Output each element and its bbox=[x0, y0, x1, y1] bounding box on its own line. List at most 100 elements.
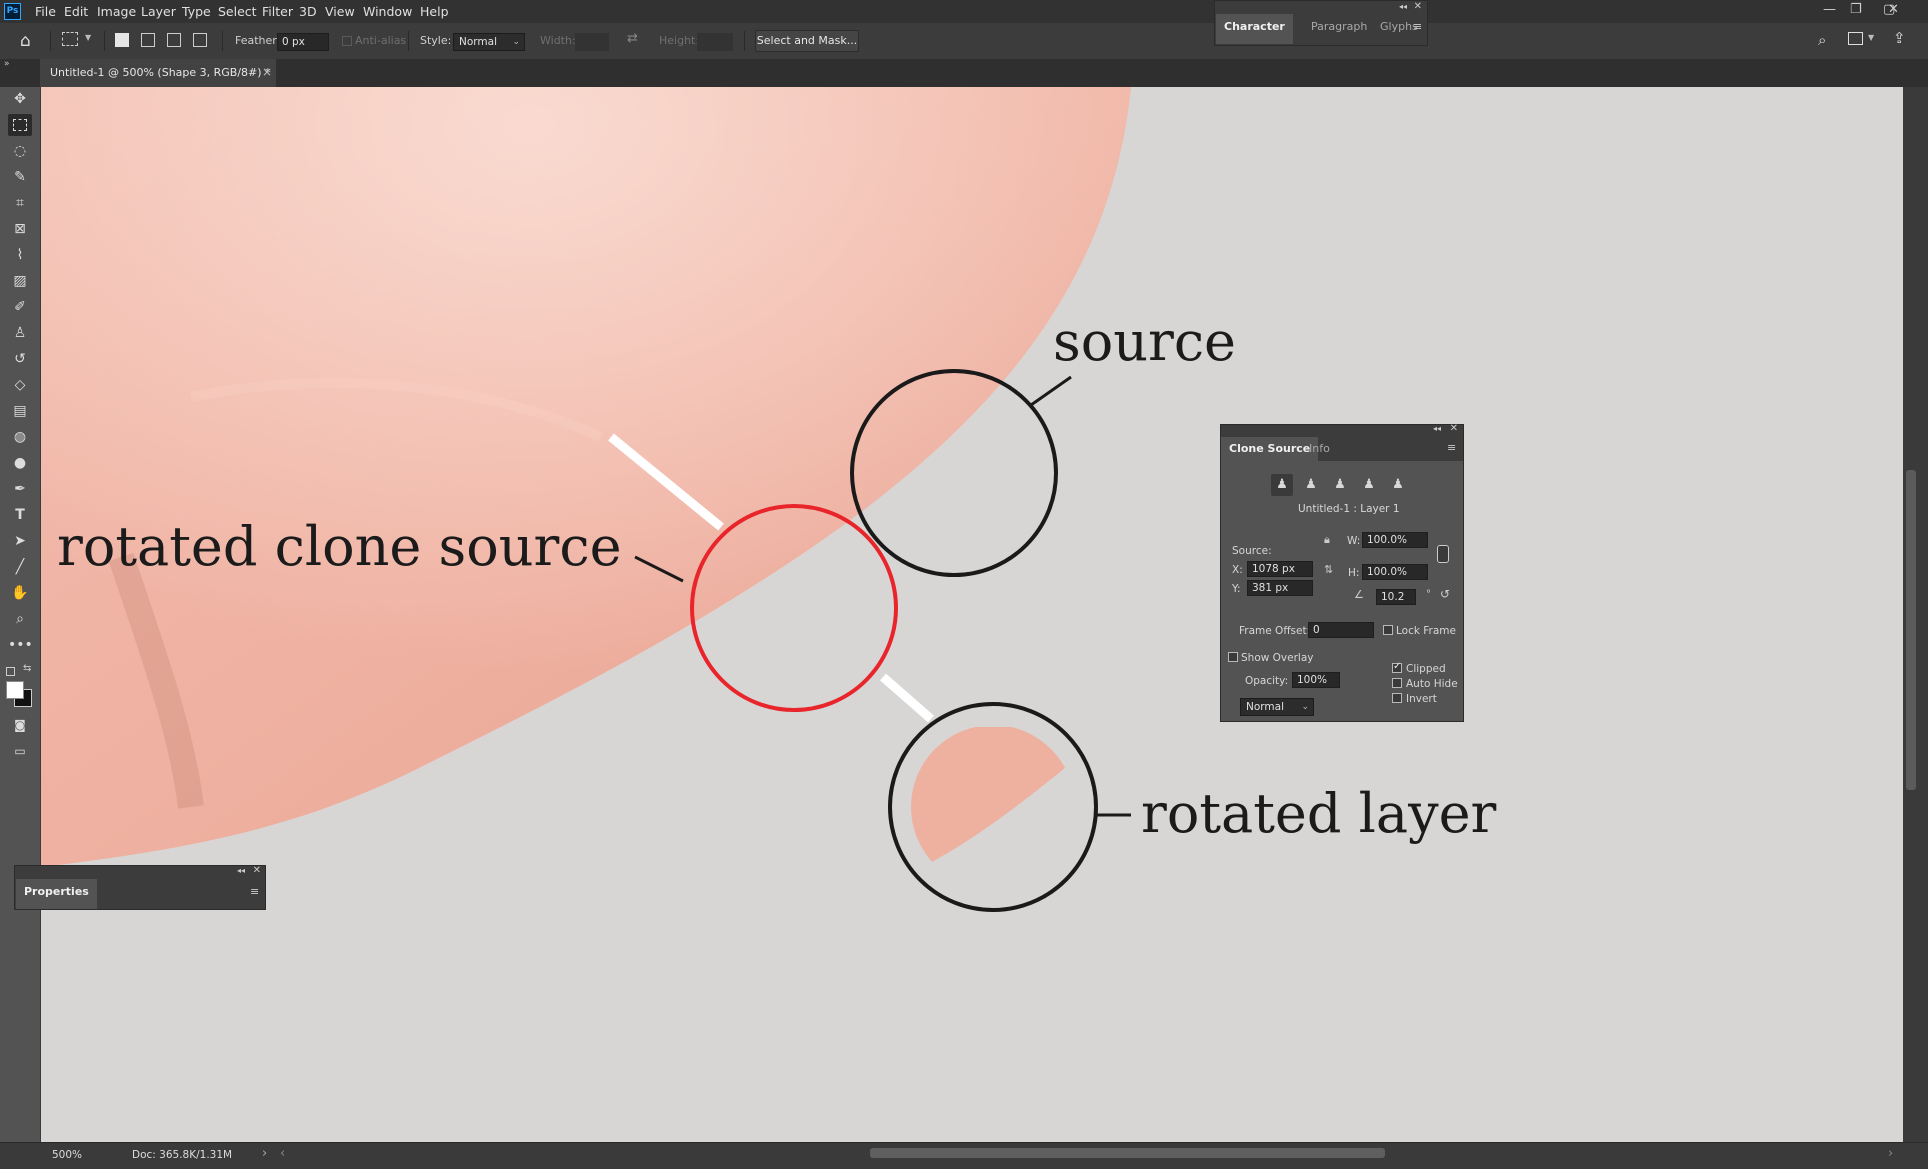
zoom-level[interactable]: 500% bbox=[52, 1149, 82, 1161]
y-offset-input[interactable]: 381 px bbox=[1247, 580, 1313, 596]
vertical-scroll-thumb[interactable] bbox=[1906, 470, 1916, 790]
document-canvas[interactable]: source rotated clone source rotated laye… bbox=[41, 87, 1903, 1142]
opacity-input[interactable]: 100% bbox=[1292, 672, 1340, 688]
menu-view[interactable]: View bbox=[325, 4, 355, 19]
hand-tool-icon[interactable]: ✋ bbox=[8, 582, 32, 604]
tab-info[interactable]: Info bbox=[1301, 437, 1338, 461]
clone-source-5-icon[interactable]: ♟ bbox=[1387, 474, 1409, 496]
rotation-angle-input[interactable]: 10.2 bbox=[1376, 589, 1416, 605]
type-tool-icon[interactable]: T bbox=[8, 504, 32, 526]
width-input[interactable] bbox=[575, 33, 609, 51]
pen-tool-icon[interactable]: ✒ bbox=[8, 478, 32, 500]
brush-tool-icon[interactable]: ✐ bbox=[8, 296, 32, 318]
move-tool-icon[interactable]: ✥ bbox=[8, 88, 32, 110]
quick-selection-tool-icon[interactable]: ✎ bbox=[8, 166, 32, 188]
subtract-from-selection-icon[interactable] bbox=[167, 33, 181, 47]
frame-offset-input[interactable]: 0 bbox=[1308, 622, 1374, 638]
scroll-right-icon[interactable]: › bbox=[1888, 1146, 1893, 1161]
menu-file[interactable]: File bbox=[35, 4, 56, 19]
foreground-color-swatch[interactable] bbox=[6, 681, 24, 699]
eyedropper-tool-icon[interactable]: ⌇ bbox=[8, 244, 32, 266]
clone-source-1-icon[interactable]: ♟ bbox=[1271, 474, 1293, 496]
collapse-icon[interactable]: ◂◂ bbox=[1433, 424, 1441, 433]
select-and-mask-button[interactable]: Select and Mask... bbox=[755, 30, 859, 52]
screen-mode-icon[interactable]: ▭ bbox=[8, 740, 32, 762]
chevron-right-icon[interactable]: › bbox=[262, 1146, 267, 1161]
menu-window[interactable]: Window bbox=[363, 4, 412, 19]
clipped-checkbox[interactable] bbox=[1392, 661, 1402, 673]
tab-character[interactable]: Character bbox=[1216, 14, 1293, 44]
eraser-tool-icon[interactable]: ◇ bbox=[8, 374, 32, 396]
collapse-icon[interactable]: ◂◂ bbox=[237, 866, 245, 875]
new-selection-icon[interactable] bbox=[115, 33, 129, 47]
menu-filter[interactable]: Filter bbox=[262, 4, 293, 19]
gradient-tool-icon[interactable]: ▤ bbox=[8, 400, 32, 422]
rectangular-marquee-preset-icon[interactable] bbox=[62, 32, 78, 46]
share-icon[interactable]: ⇪ bbox=[1893, 29, 1906, 47]
frame-tool-icon[interactable]: ⊠ bbox=[8, 218, 32, 240]
width-scale-input[interactable]: 100.0% bbox=[1362, 532, 1428, 548]
rectangular-marquee-tool-icon[interactable] bbox=[8, 114, 32, 136]
tab-properties[interactable]: Properties bbox=[16, 879, 97, 909]
default-colors-icon[interactable] bbox=[6, 667, 15, 676]
chevron-down-icon[interactable]: ▼ bbox=[1868, 33, 1874, 42]
panel-menu-icon[interactable]: ≡ bbox=[1447, 441, 1456, 454]
link-scale-icon[interactable] bbox=[1437, 545, 1449, 563]
workspace-icon[interactable] bbox=[1848, 32, 1863, 45]
reset-transform-icon[interactable]: ⇅ bbox=[1324, 563, 1333, 576]
lasso-tool-icon[interactable]: ◌ bbox=[8, 140, 32, 162]
menu-3d[interactable]: 3D bbox=[299, 4, 317, 19]
auto-hide-checkbox[interactable] bbox=[1392, 678, 1402, 688]
menu-layer[interactable]: Layer bbox=[141, 4, 176, 19]
home-icon[interactable]: ⌂ bbox=[20, 31, 31, 51]
overlay-blend-select[interactable]: Normal ⌄ bbox=[1240, 698, 1314, 716]
intersect-selection-icon[interactable] bbox=[193, 33, 207, 47]
panel-menu-icon[interactable]: ≡ bbox=[250, 885, 259, 898]
dodge-tool-icon[interactable]: ● bbox=[8, 452, 32, 474]
restore-icon[interactable]: ❐ bbox=[1850, 2, 1862, 17]
zoom-tool-icon[interactable]: ⌕ bbox=[8, 608, 32, 630]
path-selection-tool-icon[interactable]: ➤ bbox=[8, 530, 32, 552]
crop-tool-icon[interactable]: ⌗ bbox=[8, 192, 32, 214]
reset-rotation-icon[interactable]: ↺ bbox=[1440, 587, 1450, 601]
menu-edit[interactable]: Edit bbox=[64, 4, 88, 19]
line-tool-icon[interactable]: ╱ bbox=[8, 556, 32, 578]
blur-tool-icon[interactable]: ◍ bbox=[8, 426, 32, 448]
close-icon[interactable]: ✕ bbox=[1414, 1, 1422, 12]
tab-paragraph[interactable]: Paragraph bbox=[1303, 14, 1375, 40]
menu-select[interactable]: Select bbox=[218, 4, 257, 19]
lock-icon[interactable]: 🔒︎ bbox=[1324, 533, 1330, 547]
document-tab[interactable]: Untitled-1 @ 500% (Shape 3, RGB/8#) * × bbox=[40, 59, 276, 87]
history-brush-tool-icon[interactable]: ↺ bbox=[8, 348, 32, 370]
clone-source-4-icon[interactable]: ♟ bbox=[1358, 474, 1380, 496]
lock-frame-checkbox[interactable] bbox=[1383, 625, 1393, 635]
feather-input[interactable]: 0 px bbox=[277, 33, 329, 51]
invert-checkbox[interactable] bbox=[1392, 693, 1402, 703]
horizontal-scroll-thumb[interactable] bbox=[870, 1148, 1385, 1158]
clone-source-3-icon[interactable]: ♟ bbox=[1329, 474, 1351, 496]
add-to-selection-icon[interactable] bbox=[141, 33, 155, 47]
anti-alias-checkbox[interactable] bbox=[342, 36, 352, 46]
search-icon[interactable]: ⌕ bbox=[1818, 31, 1826, 49]
menu-help[interactable]: Help bbox=[420, 4, 449, 19]
swap-colors-icon[interactable]: ⇆ bbox=[23, 663, 31, 674]
collapse-icon[interactable]: ◂◂ bbox=[1399, 2, 1407, 11]
close-icon[interactable]: ✕ bbox=[253, 865, 261, 876]
more-tools-icon[interactable]: ••• bbox=[8, 634, 33, 656]
chevron-down-icon[interactable]: ▼ bbox=[85, 33, 91, 42]
clone-stamp-tool-icon[interactable]: ♙ bbox=[8, 322, 32, 344]
healing-brush-tool-icon[interactable]: ▨ bbox=[8, 270, 32, 292]
close-document-icon[interactable]: × bbox=[262, 65, 272, 79]
clone-source-2-icon[interactable]: ♟ bbox=[1300, 474, 1322, 496]
scroll-left-icon[interactable]: ‹ bbox=[280, 1146, 285, 1161]
menu-image[interactable]: Image bbox=[97, 4, 136, 19]
height-input[interactable] bbox=[697, 33, 733, 51]
toolbar-grip-icon[interactable]: » bbox=[4, 59, 10, 69]
menu-type[interactable]: Type bbox=[182, 4, 211, 19]
quick-mask-icon[interactable]: ◙ bbox=[8, 714, 32, 736]
swap-icon[interactable]: ⇄ bbox=[627, 31, 638, 46]
close-window-icon[interactable]: ✕ bbox=[1888, 2, 1899, 17]
height-scale-input[interactable]: 100.0% bbox=[1362, 564, 1428, 580]
minimize-icon[interactable]: — bbox=[1823, 2, 1836, 17]
show-overlay-checkbox[interactable] bbox=[1228, 652, 1238, 662]
